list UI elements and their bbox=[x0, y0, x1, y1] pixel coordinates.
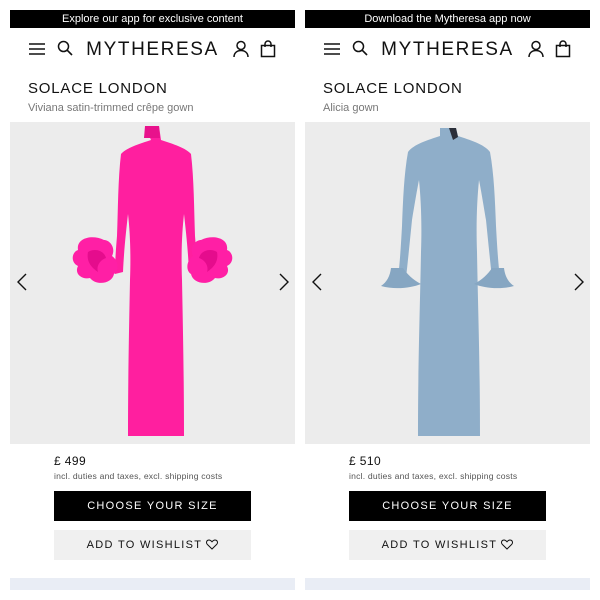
choose-size-button[interactable]: CHOOSE YOUR SIZE bbox=[349, 491, 546, 521]
chevron-left-icon[interactable] bbox=[16, 272, 28, 292]
product-image-gallery[interactable] bbox=[10, 122, 295, 444]
product-image bbox=[72, 126, 233, 436]
wishlist-label: ADD TO WISHLIST bbox=[381, 539, 498, 551]
mytheresa-logo[interactable]: MYTHERESA bbox=[367, 37, 528, 63]
chevron-right-icon[interactable] bbox=[573, 272, 585, 292]
shopping-bag-icon[interactable] bbox=[555, 40, 571, 58]
chevron-left-icon[interactable] bbox=[311, 272, 323, 292]
product-name: Alicia gown bbox=[323, 102, 379, 114]
product-panel-right: Download the Mytheresa app now MYTHERESA… bbox=[305, 10, 590, 590]
product-price: £ 510 bbox=[349, 454, 382, 468]
brand-name[interactable]: SOLACE LONDON bbox=[323, 80, 590, 98]
brand-name[interactable]: SOLACE LONDON bbox=[28, 80, 295, 98]
chevron-right-icon[interactable] bbox=[278, 272, 290, 292]
hamburger-menu-icon[interactable] bbox=[28, 40, 46, 58]
site-header: MYTHERESA bbox=[305, 28, 590, 72]
add-to-wishlist-button[interactable]: ADD TO WISHLIST bbox=[349, 530, 546, 560]
product-image bbox=[381, 128, 514, 436]
bottom-bar bbox=[305, 578, 590, 590]
product-price: £ 499 bbox=[54, 454, 87, 468]
product-panel-left: Explore our app for exclusive content MY… bbox=[10, 10, 295, 590]
shopping-bag-icon[interactable] bbox=[260, 40, 276, 58]
choose-size-button[interactable]: CHOOSE YOUR SIZE bbox=[54, 491, 251, 521]
search-icon[interactable] bbox=[57, 40, 73, 56]
search-icon[interactable] bbox=[352, 40, 368, 56]
heart-icon bbox=[501, 539, 514, 550]
promo-banner[interactable]: Explore our app for exclusive content bbox=[10, 10, 295, 28]
site-header: MYTHERESA bbox=[10, 28, 295, 72]
mytheresa-logo[interactable]: MYTHERESA bbox=[72, 37, 233, 63]
promo-banner[interactable]: Download the Mytheresa app now bbox=[305, 10, 590, 28]
hamburger-menu-icon[interactable] bbox=[323, 40, 341, 58]
tax-note: incl. duties and taxes, excl. shipping c… bbox=[349, 471, 518, 481]
heart-icon bbox=[206, 539, 219, 550]
add-to-wishlist-button[interactable]: ADD TO WISHLIST bbox=[54, 530, 251, 560]
account-icon[interactable] bbox=[233, 40, 249, 58]
account-icon[interactable] bbox=[528, 40, 544, 58]
product-name: Viviana satin-trimmed crêpe gown bbox=[28, 102, 194, 114]
product-image-gallery[interactable] bbox=[305, 122, 590, 444]
wishlist-label: ADD TO WISHLIST bbox=[86, 539, 203, 551]
bottom-bar bbox=[10, 578, 295, 590]
tax-note: incl. duties and taxes, excl. shipping c… bbox=[54, 471, 223, 481]
